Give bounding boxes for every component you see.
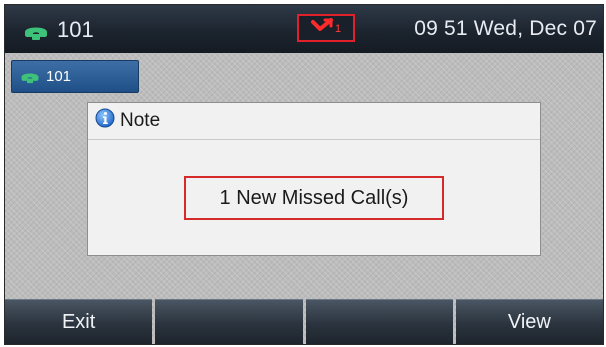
- dialog-message: 1 New Missed Call(s): [184, 176, 444, 220]
- status-line: 101: [23, 17, 94, 43]
- softkey-2[interactable]: [155, 299, 303, 344]
- status-line-number: 101: [57, 17, 94, 42]
- info-icon: [88, 108, 120, 134]
- missed-call-count: 1: [334, 23, 342, 35]
- phone-screen: 101 1 09 51 Wed, Dec 07 101 Note 1 New M…: [4, 4, 604, 345]
- softkey-3[interactable]: [305, 299, 453, 344]
- line-key-101[interactable]: 101: [11, 60, 139, 93]
- dialog-title: Note: [120, 110, 161, 131]
- phone-icon: [23, 21, 49, 40]
- view-softkey[interactable]: View: [455, 299, 603, 344]
- missed-call-indicator[interactable]: 1: [297, 14, 355, 42]
- dialog-header: Note: [88, 103, 540, 140]
- missed-call-icon: [310, 17, 333, 39]
- phone-icon: [20, 70, 40, 84]
- note-dialog: Note 1 New Missed Call(s): [87, 102, 541, 256]
- status-bar: 101 1 09 51 Wed, Dec 07: [5, 5, 603, 53]
- softkey-bar: Exit View: [5, 299, 603, 344]
- line-key-label: 101: [46, 68, 72, 85]
- exit-softkey[interactable]: Exit: [5, 299, 153, 344]
- date-time: 09 51 Wed, Dec 07: [414, 17, 597, 40]
